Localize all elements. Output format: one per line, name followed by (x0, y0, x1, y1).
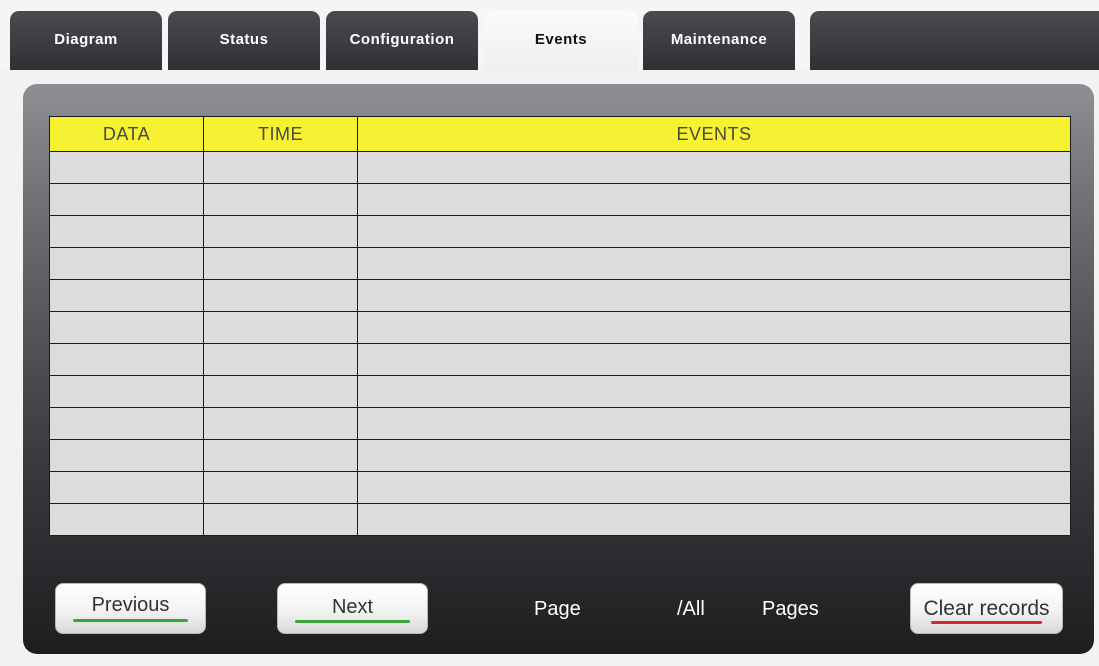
pages-label: Pages (762, 598, 819, 620)
table-row (49, 439, 1071, 472)
column-header-data: DATA (49, 116, 204, 152)
previous-label: Previous (91, 594, 170, 616)
time-cell (203, 439, 358, 472)
tab-bar: Diagram Status Configuration Events Main… (0, 0, 1099, 70)
column-header-events: EVENTS (357, 116, 1071, 152)
event-cell (357, 183, 1071, 216)
next-label: Next (331, 596, 374, 618)
table-row (49, 215, 1071, 248)
time-cell (203, 375, 358, 408)
data-cell (49, 279, 204, 312)
event-cell (357, 407, 1071, 440)
data-cell (49, 343, 204, 376)
table-row (49, 151, 1071, 184)
tab-maintenance[interactable]: Maintenance (643, 11, 795, 70)
table-row (49, 247, 1071, 280)
time-cell (203, 151, 358, 184)
time-cell (203, 407, 358, 440)
data-cell (49, 215, 204, 248)
data-cell (49, 471, 204, 504)
tab-events[interactable]: Events (484, 11, 638, 70)
all-pages-label: /All (677, 598, 705, 620)
clear-records-button[interactable]: Clear records (910, 583, 1063, 634)
data-cell (49, 503, 204, 536)
table-row (49, 471, 1071, 504)
data-cell (49, 407, 204, 440)
event-cell (357, 471, 1071, 504)
page-label: Page (534, 598, 581, 620)
previous-underline (73, 619, 188, 622)
clear-records-underline (931, 621, 1042, 624)
event-cell (357, 503, 1071, 536)
table-row (49, 503, 1071, 536)
event-cell (357, 151, 1071, 184)
time-cell (203, 183, 358, 216)
time-cell (203, 503, 358, 536)
event-cell (357, 247, 1071, 280)
tab-bar-filler (810, 11, 1099, 70)
table-row (49, 407, 1071, 440)
time-cell (203, 247, 358, 280)
time-cell (203, 279, 358, 312)
previous-button[interactable]: Previous (55, 583, 206, 634)
time-cell (203, 311, 358, 344)
table-header-row: DATA TIME EVENTS (49, 116, 1071, 152)
time-cell (203, 215, 358, 248)
data-cell (49, 151, 204, 184)
tab-configuration[interactable]: Configuration (326, 11, 478, 70)
next-underline (295, 620, 410, 623)
table-row (49, 343, 1071, 376)
event-cell (357, 311, 1071, 344)
table-row (49, 279, 1071, 312)
event-cell (357, 215, 1071, 248)
table-row (49, 375, 1071, 408)
data-cell (49, 183, 204, 216)
table-row (49, 183, 1071, 216)
time-cell (203, 471, 358, 504)
data-cell (49, 247, 204, 280)
event-cell (357, 279, 1071, 312)
tab-status[interactable]: Status (168, 11, 320, 70)
event-cell (357, 343, 1071, 376)
event-cell (357, 375, 1071, 408)
data-cell (49, 439, 204, 472)
data-cell (49, 375, 204, 408)
time-cell (203, 343, 358, 376)
next-button[interactable]: Next (277, 583, 428, 634)
table-row (49, 311, 1071, 344)
event-cell (357, 439, 1071, 472)
events-table: DATA TIME EVENTS (49, 116, 1071, 536)
column-header-time: TIME (203, 116, 358, 152)
tab-diagram[interactable]: Diagram (10, 11, 162, 70)
data-cell (49, 311, 204, 344)
clear-records-label: Clear records (923, 597, 1050, 620)
